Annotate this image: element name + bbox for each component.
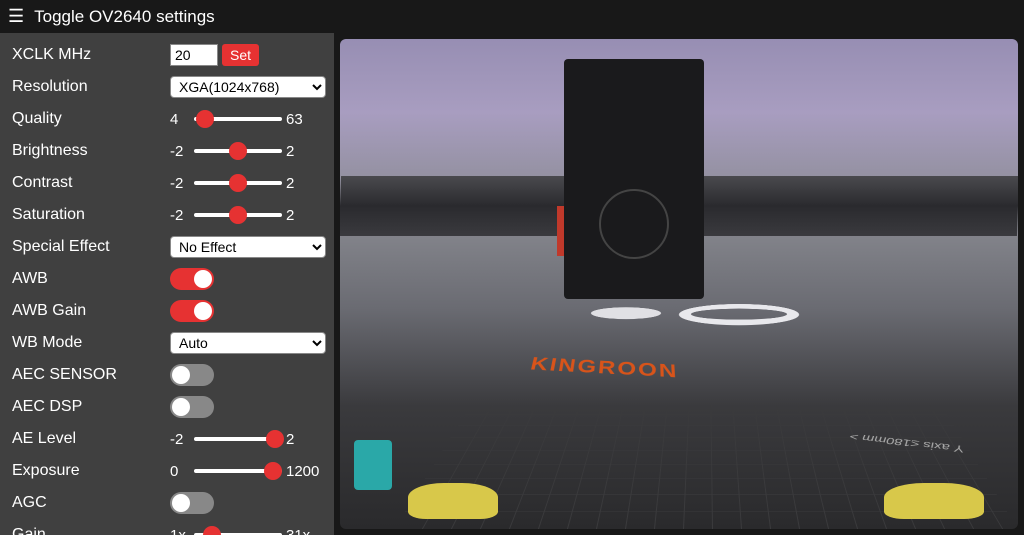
label-resolution: Resolution — [12, 78, 170, 96]
header-title: Toggle OV2640 settings — [34, 7, 215, 27]
printer-head — [564, 59, 704, 299]
camera-preview: KINGROON Y axis ≤180mm > — [340, 39, 1018, 529]
label-contrast: Contrast — [12, 174, 170, 192]
saturation-max: 2 — [286, 207, 322, 224]
quality-min: 4 — [170, 111, 190, 128]
contrast-max: 2 — [286, 175, 322, 192]
label-awb-gain: AWB Gain — [12, 302, 170, 320]
row-gain: Gain 1x 31x — [12, 523, 322, 535]
aec-sensor-toggle[interactable] — [170, 364, 214, 386]
row-awb-gain: AWB Gain — [12, 299, 322, 323]
ae-level-slider[interactable] — [194, 437, 282, 441]
header: ☰ Toggle OV2640 settings — [0, 0, 1024, 33]
label-exposure: Exposure — [12, 462, 170, 480]
hamburger-icon[interactable]: ☰ — [8, 6, 24, 27]
label-quality: Quality — [12, 110, 170, 128]
label-awb: AWB — [12, 270, 170, 288]
exposure-thumb[interactable] — [264, 462, 282, 480]
label-agc: AGC — [12, 494, 170, 512]
special-effect-select[interactable]: No Effect — [170, 236, 326, 258]
awb-gain-toggle[interactable] — [170, 300, 214, 322]
printed-disc — [590, 307, 662, 319]
awb-toggle[interactable] — [170, 268, 214, 290]
label-xclk: XCLK MHz — [12, 46, 170, 64]
contrast-slider[interactable] — [194, 181, 282, 185]
brightness-min: -2 — [170, 143, 190, 160]
row-exposure: Exposure 0 1200 — [12, 459, 322, 483]
row-saturation: Saturation -2 2 — [12, 203, 322, 227]
row-brightness: Brightness -2 2 — [12, 139, 322, 163]
exposure-slider[interactable] — [194, 469, 282, 473]
row-agc: AGC — [12, 491, 322, 515]
saturation-min: -2 — [170, 207, 190, 224]
quality-slider[interactable] — [194, 117, 282, 121]
bed-brand-label: KINGROON — [528, 354, 679, 383]
contrast-thumb[interactable] — [229, 174, 247, 192]
ae-level-thumb[interactable] — [266, 430, 284, 448]
resolution-select[interactable]: XGA(1024x768) — [170, 76, 326, 98]
label-brightness: Brightness — [12, 142, 170, 160]
wb-mode-select[interactable]: Auto — [170, 332, 326, 354]
row-awb: AWB — [12, 267, 322, 291]
exposure-max: 1200 — [286, 463, 322, 480]
exposure-min: 0 — [170, 463, 190, 480]
ae-level-min: -2 — [170, 431, 190, 448]
row-wb-mode: WB Mode Auto — [12, 331, 322, 355]
agc-toggle[interactable] — [170, 492, 214, 514]
ae-level-max: 2 — [286, 431, 322, 448]
row-ae-level: AE Level -2 2 — [12, 427, 322, 451]
content: XCLK MHz Set Resolution XGA(1024x768) Qu… — [0, 33, 1024, 535]
row-special-effect: Special Effect No Effect — [12, 235, 322, 259]
contrast-min: -2 — [170, 175, 190, 192]
row-aec-sensor: AEC SENSOR — [12, 363, 322, 387]
xclk-input[interactable] — [170, 44, 218, 66]
row-contrast: Contrast -2 2 — [12, 171, 322, 195]
fan-grill-icon — [599, 189, 669, 259]
printed-ring — [675, 304, 802, 325]
brightness-max: 2 — [286, 143, 322, 160]
label-aec-sensor: AEC SENSOR — [12, 366, 170, 384]
row-aec-dsp: AEC DSP — [12, 395, 322, 419]
quality-thumb[interactable] — [196, 110, 214, 128]
saturation-thumb[interactable] — [229, 206, 247, 224]
brightness-slider[interactable] — [194, 149, 282, 153]
label-ae-level: AE Level — [12, 430, 170, 448]
row-resolution: Resolution XGA(1024x768) — [12, 75, 322, 99]
label-wb-mode: WB Mode — [12, 334, 170, 352]
teal-part — [354, 440, 392, 490]
brightness-thumb[interactable] — [229, 142, 247, 160]
row-xclk: XCLK MHz Set — [12, 43, 322, 67]
bed-support-right — [884, 483, 984, 519]
saturation-slider[interactable] — [194, 213, 282, 217]
settings-panel: XCLK MHz Set Resolution XGA(1024x768) Qu… — [0, 33, 334, 535]
xclk-set-button[interactable]: Set — [222, 44, 259, 66]
bed-support-left — [408, 483, 498, 519]
aec-dsp-toggle[interactable] — [170, 396, 214, 418]
label-aec-dsp: AEC DSP — [12, 398, 170, 416]
label-special-effect: Special Effect — [12, 238, 170, 256]
label-saturation: Saturation — [12, 206, 170, 224]
row-quality: Quality 4 63 — [12, 107, 322, 131]
quality-max: 63 — [286, 111, 322, 128]
